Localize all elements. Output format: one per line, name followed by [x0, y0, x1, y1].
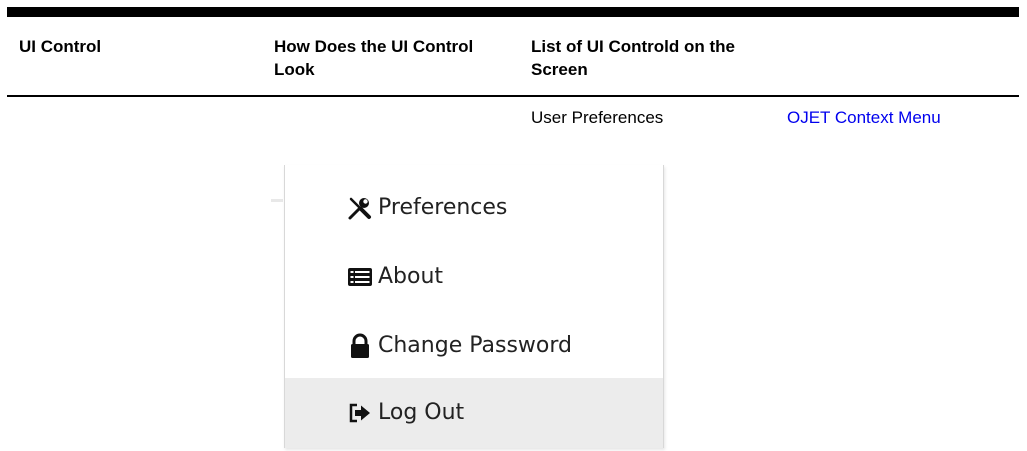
table-header: UI Control How Does the UI Control Look …: [7, 17, 1019, 96]
cell-user-preferences: User Preferences: [531, 108, 664, 127]
menu-item-log-out[interactable]: Log Out: [285, 378, 663, 448]
menu-item-label: Change Password: [378, 333, 572, 358]
menu-edge-shadow: [271, 199, 283, 202]
sign-out-icon: [347, 400, 373, 426]
menu-item-label: About: [378, 264, 444, 289]
menu-item-change-password[interactable]: Change Password: [285, 311, 663, 381]
header-rule: [7, 95, 1019, 97]
table-top-rule: [7, 7, 1019, 17]
tools-icon: [347, 195, 373, 221]
lock-icon: [347, 333, 373, 359]
list-icon: [347, 264, 373, 290]
menu-item-label: Preferences: [378, 195, 508, 220]
header-ui-control: UI Control: [19, 37, 102, 56]
menu-item-label: Log Out: [378, 400, 465, 425]
menu-item-preferences[interactable]: Preferences: [285, 173, 663, 243]
header-list-of-controls: List of UI Controld on the Screen: [531, 37, 735, 79]
header-how-does-it-look: How Does the UI Control Look: [274, 37, 474, 79]
ojet-context-menu-link[interactable]: OJET Context Menu: [787, 107, 941, 129]
menu-item-about[interactable]: About: [285, 242, 663, 312]
context-menu-screenshot: Preferences About Change Password Log Ou…: [284, 165, 664, 448]
